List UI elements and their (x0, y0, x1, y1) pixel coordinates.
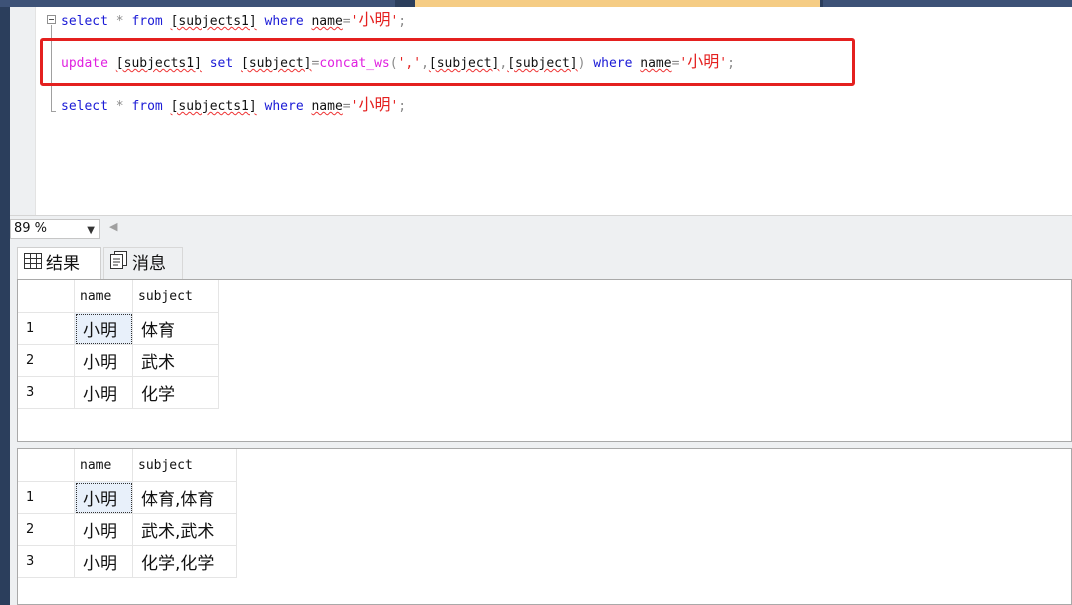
table-row[interactable]: 1 小明 体育,体育 (18, 481, 237, 514)
tab-messages[interactable]: 消息 (103, 247, 183, 279)
row-number-header (18, 280, 75, 313)
document-tab[interactable] (823, 0, 1072, 7)
zoom-bar: 89 % ▼ ◀ (10, 215, 1072, 243)
zoom-dropdown[interactable]: 89 % ▼ (10, 219, 100, 239)
result-grid-1[interactable]: name subject 1 小明 体育 2 小明 武术 3 小明 化学 (17, 279, 1072, 442)
table-cell-name[interactable]: 小明 (74, 376, 133, 409)
row-number[interactable]: 1 (18, 312, 75, 345)
grid-icon (24, 248, 46, 280)
highlight-annotation-box (40, 38, 855, 86)
row-number[interactable]: 3 (18, 376, 75, 409)
table-row[interactable]: 1 小明 体育 (18, 312, 219, 345)
editor-gutter (10, 7, 36, 215)
column-header[interactable]: subject (132, 280, 219, 313)
table-cell-name[interactable]: 小明 (74, 545, 133, 578)
table-row[interactable]: 3 小明 化学 (18, 376, 219, 409)
row-number[interactable]: 3 (18, 545, 75, 578)
table-row[interactable]: 2 小明 武术 (18, 344, 219, 377)
document-tab-strip (0, 0, 1072, 7)
table-cell-name[interactable]: 小明 (74, 344, 133, 377)
fold-guide-end (51, 111, 56, 112)
table-row[interactable]: 2 小明 武术,武术 (18, 513, 237, 546)
table-cell-subject[interactable]: 武术 (132, 344, 219, 377)
table-cell-subject[interactable]: 化学,化学 (132, 545, 237, 578)
table-cell-name[interactable]: 小明 (74, 312, 133, 345)
table-cell-name[interactable]: 小明 (74, 513, 133, 546)
row-number[interactable]: 2 (18, 344, 75, 377)
document-tab[interactable] (0, 0, 395, 7)
table-cell-subject[interactable]: 化学 (132, 376, 219, 409)
table-cell-subject[interactable]: 武术,武术 (132, 513, 237, 546)
document-tab-active[interactable] (415, 0, 820, 7)
row-number[interactable]: 2 (18, 513, 75, 546)
column-header[interactable]: subject (132, 449, 237, 482)
grid-header-row: name subject (18, 280, 219, 313)
messages-icon (110, 248, 132, 280)
code-line-3[interactable]: select * from [subjects1] where name='小明… (61, 97, 406, 115)
scroll-left-icon[interactable]: ◀ (109, 220, 117, 233)
table-cell-subject[interactable]: 体育 (132, 312, 219, 345)
row-number-header (18, 449, 75, 482)
table-cell-subject[interactable]: 体育,体育 (132, 481, 237, 514)
column-header[interactable]: name (74, 280, 133, 313)
result-grid-2[interactable]: name subject 1 小明 体育,体育 2 小明 武术,武术 3 小明 … (17, 448, 1072, 605)
code-line-1[interactable]: select * from [subjects1] where name='小明… (61, 12, 406, 30)
row-number[interactable]: 1 (18, 481, 75, 514)
table-row[interactable]: 3 小明 化学,化学 (18, 545, 237, 578)
chevron-down-icon[interactable]: ▼ (87, 222, 95, 240)
column-header[interactable]: name (74, 449, 133, 482)
grid-header-row: name subject (18, 449, 237, 482)
table-cell-name[interactable]: 小明 (74, 481, 133, 514)
tab-results[interactable]: 结果 (17, 247, 101, 279)
window-frame (0, 7, 10, 605)
tab-results-label: 结果 (46, 254, 80, 274)
tab-messages-label: 消息 (132, 254, 166, 274)
zoom-value: 89 % (14, 221, 48, 236)
collapse-icon[interactable] (47, 15, 56, 24)
